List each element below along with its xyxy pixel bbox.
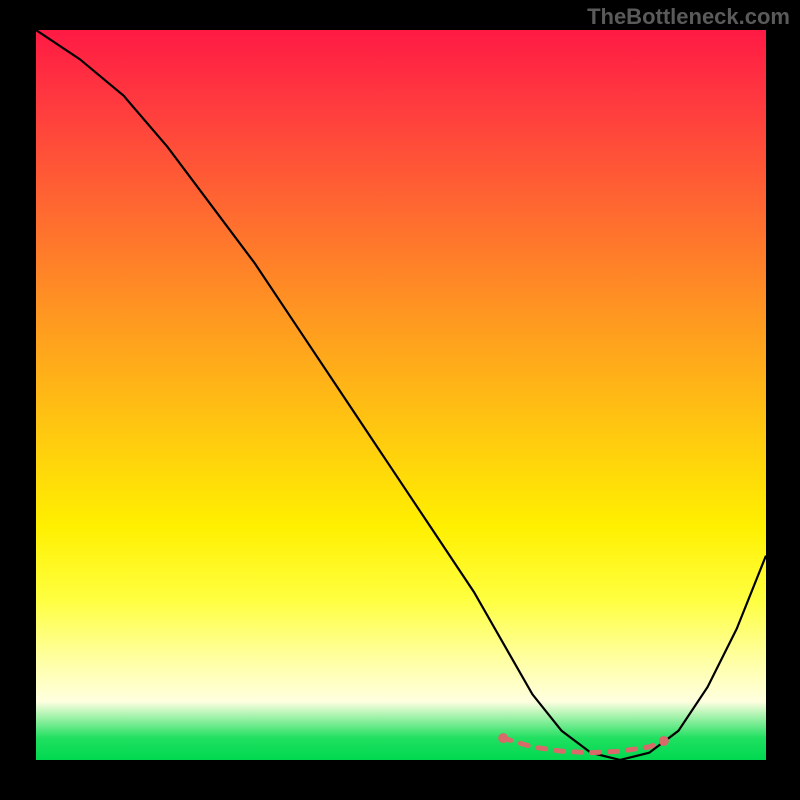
optimal-band-dot	[498, 733, 508, 743]
watermark-text: TheBottleneck.com	[587, 4, 790, 30]
optimal-band-path	[503, 738, 664, 753]
optimal-band-dot	[659, 736, 669, 746]
bottleneck-curve-path	[36, 30, 766, 760]
chart-plot-area	[36, 30, 766, 760]
chart-svg	[36, 30, 766, 760]
